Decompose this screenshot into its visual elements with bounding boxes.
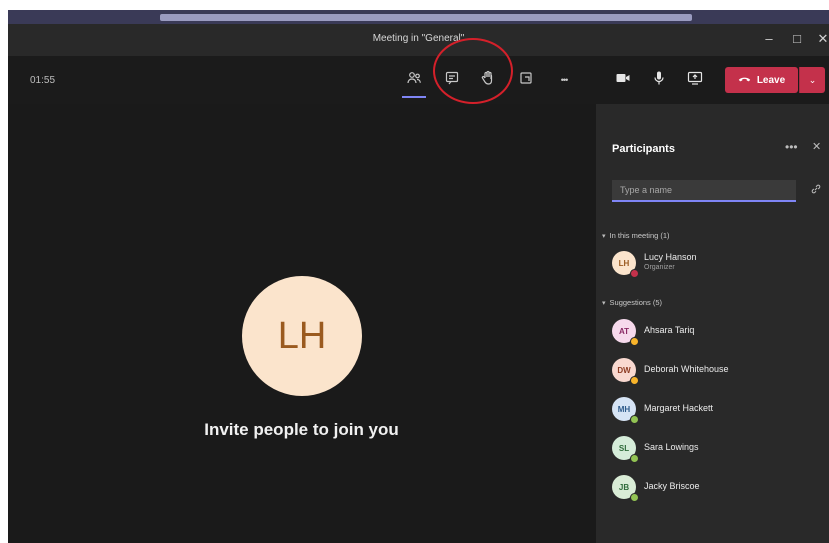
show-participants-button[interactable] (402, 68, 426, 98)
participant-name: Jacky Briscoe (644, 481, 700, 491)
maximize-button[interactable]: □ (788, 31, 806, 46)
call-controls: Leave ⌄ (595, 56, 829, 104)
participant-name: Sara Lowings (644, 442, 699, 452)
room-icon (518, 70, 534, 91)
chevron-down-icon: ▾ (602, 232, 606, 240)
panel-close-button[interactable]: ✕ (812, 140, 821, 153)
share-screen-button[interactable] (685, 70, 705, 90)
suggestions-header: Suggestions (5) (609, 298, 663, 307)
mic-toggle-button[interactable] (649, 70, 669, 90)
participant-name: Ahsara Tariq (644, 325, 695, 335)
status-badge (630, 376, 639, 385)
more-actions-button[interactable]: ••• (552, 68, 576, 92)
panel-more-options-button[interactable]: ••• (785, 140, 798, 154)
chevron-down-icon: ⌄ (808, 74, 817, 85)
window-title: Meeting in "General" (372, 33, 465, 44)
panel-title: Participants (612, 143, 675, 155)
participants-panel: Participants ••• ✕ ▾ In this meeting (1)… (595, 104, 829, 543)
raise-hand-button[interactable] (476, 68, 500, 92)
in-meeting-section-toggle[interactable]: ▾ In this meeting (1) (602, 231, 670, 240)
status-badge (630, 415, 639, 424)
chat-icon (444, 70, 460, 91)
participant-role: Organizer (644, 264, 675, 271)
suggestion-row[interactable]: MH Margaret Hackett (612, 395, 822, 424)
suggestion-row[interactable]: AT Ahsara Tariq (612, 317, 822, 346)
leave-options-button[interactable]: ⌄ (799, 67, 825, 93)
close-window-button[interactable]: ✕ (814, 31, 829, 47)
scrollbar-thumb[interactable] (160, 14, 692, 21)
status-badge (630, 269, 639, 278)
leave-label: Leave (756, 74, 786, 86)
minimize-button[interactable]: – (760, 31, 778, 46)
title-bar: Meeting in "General" – □ ✕ (8, 24, 829, 56)
share-invite-button[interactable] (810, 183, 822, 198)
invite-message: Invite people to join you (204, 420, 399, 439)
suggestions-section-toggle[interactable]: ▾ Suggestions (5) (602, 298, 662, 307)
active-tab-indicator (402, 96, 426, 98)
share-link-icon (810, 184, 822, 198)
leave-button[interactable]: Leave (725, 67, 798, 93)
share-screen-icon (687, 70, 703, 91)
suggestion-row[interactable]: DW Deborah Whitehouse (612, 356, 822, 385)
chevron-down-icon: ▾ (602, 299, 606, 307)
more-icon: ••• (560, 75, 569, 85)
participant-name: Deborah Whitehouse (644, 364, 729, 374)
show-conversation-button[interactable] (440, 68, 464, 92)
meeting-stage: LH Invite people to join you (8, 104, 595, 543)
in-meeting-header: In this meeting (1) (609, 231, 670, 240)
raise-hand-icon (480, 70, 496, 91)
horizontal-scrollbar[interactable] (8, 10, 829, 24)
suggestion-row[interactable]: SL Sara Lowings (612, 434, 822, 463)
meeting-timer: 01:55 (30, 75, 56, 86)
participant-name: Lucy Hanson (644, 252, 697, 262)
meeting-toolbar: 01:55 ••• (8, 56, 595, 104)
microphone-icon (651, 70, 667, 91)
organizer-avatar: LH (242, 276, 362, 396)
participant-name: Margaret Hackett (644, 403, 714, 413)
camera-icon (615, 70, 631, 91)
suggestion-row[interactable]: JB Jacky Briscoe (612, 473, 822, 502)
status-badge (630, 337, 639, 346)
status-badge (630, 493, 639, 502)
breakout-rooms-button[interactable] (514, 68, 538, 92)
phone-hangup-icon (738, 72, 751, 88)
participants-icon (406, 70, 422, 91)
camera-toggle-button[interactable] (613, 70, 633, 90)
participant-search-input[interactable] (612, 180, 796, 200)
teams-meeting-window: Meeting in "General" – □ ✕ 01:55 ••• Lea… (8, 10, 829, 543)
status-badge (630, 454, 639, 463)
participant-search-field[interactable] (612, 180, 796, 202)
participant-row[interactable]: LH Lucy Hanson Organizer (612, 249, 822, 278)
